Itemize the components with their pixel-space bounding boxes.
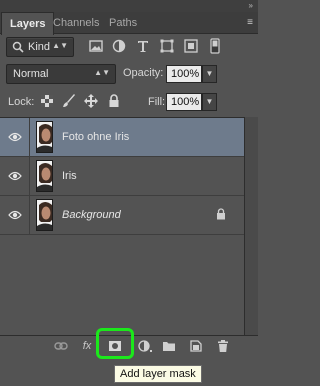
shape-filter-icon[interactable]: [159, 38, 175, 54]
panel-menu-icon[interactable]: ≡: [247, 17, 253, 28]
eye-icon[interactable]: [8, 209, 22, 221]
new-group-icon[interactable]: [162, 339, 176, 353]
eye-icon[interactable]: [8, 170, 22, 182]
tooltip: Add layer mask: [114, 365, 202, 383]
type-filter-icon[interactable]: [135, 38, 151, 54]
tab-channels[interactable]: Channels: [45, 12, 107, 34]
smart-object-filter-icon[interactable]: [183, 38, 199, 54]
filter-kind-select[interactable]: Kind ▲▼: [6, 37, 74, 57]
adjustment-layer-icon[interactable]: [138, 339, 152, 353]
blend-mode-select[interactable]: Normal ▲▼: [6, 64, 116, 84]
collapse-panel-icon[interactable]: »: [249, 1, 254, 10]
fill-label: Fill:: [148, 96, 166, 108]
layer-thumbnail: [36, 160, 53, 192]
opacity-input[interactable]: 100%: [166, 65, 202, 83]
chevron-updown-icon: ▲▼: [94, 68, 110, 77]
visibility-cell[interactable]: [0, 118, 30, 156]
delete-layer-icon[interactable]: [216, 339, 230, 353]
search-icon: [12, 41, 24, 53]
adjustment-filter-icon[interactable]: [111, 38, 127, 54]
lock-image-icon[interactable]: [62, 94, 76, 108]
opacity-dropdown-button[interactable]: ▼: [202, 65, 217, 83]
visibility-cell[interactable]: [0, 196, 30, 234]
layer-row-foto-ohne-iris[interactable]: Foto ohne Iris: [0, 118, 244, 157]
layer-thumbnail: [36, 121, 53, 153]
lock-transparent-icon[interactable]: [40, 94, 54, 108]
fill-input[interactable]: 100%: [166, 93, 202, 111]
layers-list: Foto ohne Iris Iris Background: [0, 117, 244, 335]
opacity-label: Opacity:: [123, 67, 164, 79]
layer-thumbnail: [36, 199, 53, 231]
image-filter-icon[interactable]: [88, 38, 104, 54]
filter-toggle-icon[interactable]: [207, 38, 223, 54]
add-layer-mask-highlight: [96, 328, 134, 359]
filter-kind-label: Kind: [28, 41, 51, 53]
lock-label: Lock:: [8, 96, 35, 108]
link-layers-icon[interactable]: [54, 339, 68, 353]
layer-row-iris[interactable]: Iris: [0, 157, 244, 196]
visibility-cell[interactable]: [0, 157, 30, 195]
chevron-updown-icon: ▲▼: [52, 41, 68, 50]
lock-all-icon[interactable]: [107, 94, 121, 108]
layer-row-background[interactable]: Background: [0, 196, 244, 235]
panel-title-strip: [0, 0, 258, 12]
eye-icon[interactable]: [8, 131, 22, 143]
fill-dropdown-button[interactable]: ▼: [202, 93, 217, 111]
layers-scrollbar[interactable]: [244, 117, 258, 335]
layer-name[interactable]: Background: [62, 209, 121, 221]
fx-icon[interactable]: fx: [80, 339, 94, 353]
lock-position-icon[interactable]: [84, 94, 98, 108]
layer-lock-icon: [217, 208, 225, 220]
new-layer-icon[interactable]: [189, 339, 203, 353]
blend-mode-value: Normal: [13, 68, 49, 80]
tab-paths[interactable]: Paths: [101, 12, 145, 34]
layer-name[interactable]: Iris: [62, 170, 77, 182]
layer-name[interactable]: Foto ohne Iris: [62, 131, 129, 143]
